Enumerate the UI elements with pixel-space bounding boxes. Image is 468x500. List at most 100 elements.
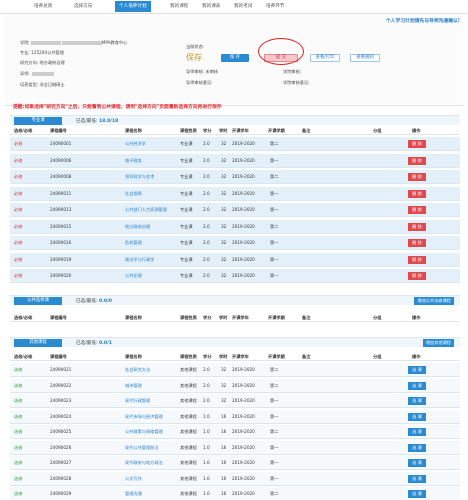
select-course-button[interactable]: 选 课 — [408, 412, 426, 421]
col-term: 开课学期 — [268, 354, 285, 359]
delete-course-button[interactable]: 删 除 — [408, 156, 426, 165]
col-code: 课程编号 — [50, 354, 67, 359]
cell-name[interactable]: 现代市场与经济管理 — [125, 414, 163, 420]
cell-name[interactable]: 地方政府治理 — [125, 224, 150, 230]
cell-hours: 32 — [221, 207, 227, 212]
professional-credit: 已选/最低: 18.0/18 — [76, 119, 119, 124]
cell-term: 第一 — [270, 207, 279, 212]
tab-personal-plan[interactable]: 个人培养计划 — [115, 1, 151, 12]
cell-name[interactable]: 社会保障 — [125, 191, 142, 197]
tab-training-links[interactable]: 培养环节 — [266, 3, 284, 13]
select-course-button[interactable]: 选 课 — [408, 443, 426, 452]
cell-year: 2019-2020 — [232, 207, 255, 212]
delete-course-button[interactable]: 删 除 — [408, 189, 426, 198]
cell-name[interactable]: 公共伦理 — [125, 273, 142, 279]
cell-nature: 专业课 — [180, 223, 193, 229]
cell-name[interactable]: 现代政府与地方政治 — [125, 460, 163, 466]
table-row: 选修 24090023 现代行政管理 其他课程 2.0 32 2019-2020 第一 选 课 — [10, 394, 460, 408]
table-row: 必修 24090013 公共部门人力资源管理 专业课 2.0 32 2019-2020 第一 删… — [10, 203, 460, 217]
tab-my-courses[interactable]: 我的课程 — [170, 3, 188, 13]
col-term: 开课学期 — [268, 315, 285, 320]
cell-name[interactable]: 公文写作 — [125, 476, 142, 482]
cell-code: 24090011 — [50, 190, 72, 196]
select-course-button[interactable]: 选 课 — [408, 474, 426, 483]
cell-code: 24090023 — [50, 398, 72, 403]
select-course-button[interactable]: 选 课 — [408, 366, 426, 374]
delete-course-button[interactable]: 删 除 — [408, 255, 426, 264]
cell-code: 24090013 — [50, 207, 72, 212]
cell-name[interactable]: 公共经济学 — [125, 141, 146, 147]
cell-term: 第一 — [270, 460, 279, 465]
cell-name[interactable]: 公共政策与网络管理 — [125, 429, 163, 435]
save-button[interactable]: 保 存 — [221, 54, 249, 62]
cell-name[interactable]: 管理沟通 — [125, 491, 142, 497]
cell-credit: 1.0 — [203, 413, 210, 419]
view-rules-button[interactable]: 查看规则 — [350, 54, 380, 62]
school-review-label: 学院审核: — [283, 69, 302, 74]
cell-year: 2019-2020 — [232, 413, 255, 419]
cell-name[interactable]: 政治学与行政学 — [125, 257, 154, 263]
professional-table-header: 选修/必修 课程编号 课程名称 课程性质 学分 学时 开课学年 开课学期 备注 … — [10, 126, 460, 135]
section-public-elective: 公共选修课 已选/最低: 0.0/0 增加公共选修课程 — [10, 295, 460, 305]
cell-name[interactable]: 城市管理 — [125, 383, 142, 389]
select-course-button[interactable]: 选 课 — [408, 490, 426, 498]
professional-tab-button[interactable]: 专业课 — [14, 117, 62, 125]
cell-name[interactable]: 社会研究方法 — [125, 367, 150, 373]
cell-name[interactable]: 公共部门人力资源管理 — [125, 207, 167, 213]
cell-year: 2019-2020 — [232, 174, 255, 179]
delete-course-button[interactable]: 删 除 — [408, 206, 426, 214]
red-annotation-circle — [258, 38, 304, 65]
cell-term: 第一 — [270, 398, 279, 403]
col-credit: 学分 — [203, 354, 212, 359]
cell-term: 第一 — [270, 444, 279, 450]
cell-type: 必修 — [14, 174, 23, 179]
cell-credit: 2.0 — [203, 141, 210, 146]
public-elective-tab-button[interactable]: 公共选修课 — [14, 297, 62, 305]
select-course-button[interactable]: 选 课 — [408, 428, 426, 436]
cell-credit: 2.0 — [203, 398, 210, 403]
delete-course-button[interactable]: 删 除 — [408, 222, 426, 231]
view-print-button[interactable]: 查看/打印 — [310, 54, 340, 62]
cell-credit: 1.0 — [203, 491, 210, 496]
cell-hours: 32 — [221, 157, 227, 163]
cell-name[interactable]: 危机管理 — [125, 240, 142, 246]
cell-name[interactable]: 电子政务 — [125, 158, 142, 164]
col-hours: 学时 — [219, 354, 228, 359]
cell-type: 必修 — [14, 223, 23, 229]
cell-term: 第二 — [270, 429, 279, 434]
cell-nature: 专业课 — [180, 190, 193, 196]
add-public-elective-button[interactable]: 增加公共选修课程 — [414, 297, 454, 305]
tab-my-exams[interactable]: 我的考试 — [234, 3, 252, 13]
add-other-course-button[interactable]: 增加其他课程 — [422, 339, 454, 347]
select-course-button[interactable]: 选 课 — [408, 459, 426, 467]
cell-type: 选修 — [14, 460, 23, 465]
cell-credit: 2.0 — [203, 207, 210, 212]
tab-select-direction[interactable]: 选择方向 — [74, 3, 92, 13]
cell-credit: 1.0 — [203, 429, 210, 434]
cell-name[interactable]: 现代行政管理 — [125, 398, 150, 404]
delete-course-button[interactable]: 删 除 — [408, 173, 426, 181]
select-course-button[interactable]: 选 课 — [408, 397, 426, 405]
cell-hours: 32 — [221, 382, 227, 388]
delete-course-button[interactable]: 删 除 — [408, 140, 426, 148]
tab-my-timetable[interactable]: 我的课表 — [202, 3, 220, 13]
col-note: 备注 — [302, 315, 311, 320]
cell-type: 选修 — [14, 475, 23, 481]
table-row: 选修 24090021 社会研究方法 其他课程 2.0 32 2019-2020 第二 选 课 — [10, 363, 460, 377]
cell-hours: 16 — [221, 460, 227, 465]
cell-credit: 1.0 — [203, 444, 210, 450]
col-year: 开课学年 — [232, 315, 249, 320]
other-courses-tab-button[interactable]: 其他课程 — [14, 339, 62, 347]
cell-name[interactable]: 现代公共管理前沿 — [125, 445, 159, 451]
cell-year: 2019-2020 — [232, 382, 255, 388]
select-course-button[interactable]: 选 课 — [408, 381, 426, 390]
cell-term: 第一 — [270, 256, 279, 262]
delete-course-button[interactable]: 删 除 — [408, 272, 426, 280]
table-row: 选修 24090028 公文写作 其他课程 1.0 16 2019-2020 第一 选 课 — [10, 471, 460, 486]
delete-course-button[interactable]: 删 除 — [408, 239, 426, 247]
tab-training-rules[interactable]: 培养总则 — [34, 3, 52, 13]
cell-nature: 其他课程 — [180, 429, 197, 434]
cell-nature: 其他课程 — [180, 444, 197, 450]
cell-name[interactable]: 领导科学与艺术 — [125, 174, 154, 180]
cell-hours: 32 — [221, 367, 227, 372]
